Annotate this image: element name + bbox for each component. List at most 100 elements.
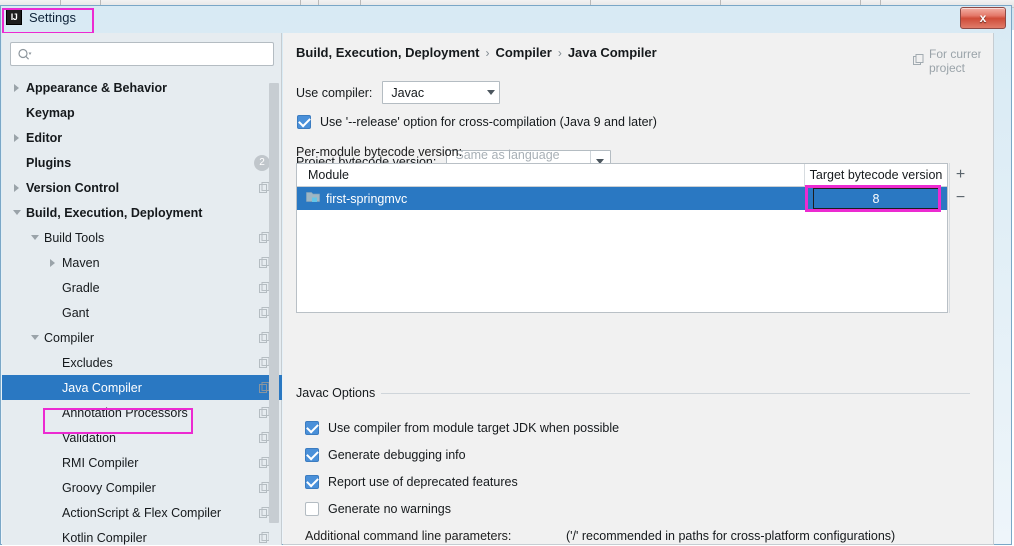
chevron-down-icon[interactable]	[28, 331, 41, 344]
sidebar-item-label: Gant	[62, 305, 90, 320]
additional-params-hint: ('/' recommended in paths for cross-plat…	[566, 529, 896, 543]
sidebar-item-gradle[interactable]: Gradle	[2, 275, 282, 300]
sidebar-item-label: RMI Compiler	[62, 455, 139, 470]
window-title: Settings	[29, 9, 76, 25]
title-bar: IJ Settings x	[1, 6, 1011, 34]
search-input[interactable]	[36, 46, 260, 62]
sidebar-item-label: Kotlin Compiler	[62, 530, 147, 545]
use-compiler-row: Use compiler: Javac	[296, 81, 501, 104]
breadcrumb: Build, Execution, Deployment › Compiler …	[296, 45, 657, 60]
per-module-table-wrapper: Module Target bytecode version first-spr…	[296, 163, 970, 313]
table-toolbar: + −	[949, 163, 970, 313]
javac-options-divider	[296, 393, 970, 394]
sidebar-item-annotation-processors[interactable]: Annotation Processors	[2, 400, 282, 425]
use-module-jdk-checkbox-row[interactable]: Use compiler from module target JDK when…	[305, 420, 620, 435]
sidebar-item-kotlin-compiler[interactable]: Kotlin Compiler	[2, 525, 282, 545]
generate-debugging-info-checkbox[interactable]	[305, 447, 319, 462]
generate-debugging-info-label: Generate debugging info	[328, 448, 466, 462]
breadcrumb-separator-2: ›	[557, 45, 562, 60]
report-deprecated-checkbox-row[interactable]: Report use of deprecated features	[305, 474, 518, 489]
sidebar-item-label: ActionScript & Flex Compiler	[62, 505, 222, 520]
sidebar-item-label: Editor	[26, 130, 63, 145]
release-option-checkbox-row[interactable]: Use '--release' option for cross-compila…	[297, 114, 657, 129]
chevron-down-icon	[487, 90, 496, 95]
copy-icon	[913, 54, 924, 68]
add-module-button[interactable]: +	[950, 163, 971, 186]
sidebar-item-label: Validation	[62, 430, 116, 445]
sidebar-item-keymap[interactable]: Keymap	[2, 100, 282, 125]
remove-module-button[interactable]: −	[950, 186, 971, 209]
sidebar-item-actionscript-flex-compiler[interactable]: ActionScript & Flex Compiler	[2, 500, 282, 525]
search-icon	[17, 48, 32, 61]
table-cell-target-bytecode[interactable]: 8	[805, 188, 947, 209]
sidebar-item-maven[interactable]: Maven	[2, 250, 282, 275]
sidebar-item-label: Keymap	[26, 105, 75, 120]
breadcrumb-part-1[interactable]: Build, Execution, Deployment	[296, 45, 479, 60]
sidebar-item-label: Build Tools	[44, 230, 105, 245]
sidebar-item-build-execution-deployment[interactable]: Build, Execution, Deployment	[2, 200, 282, 225]
main-panel-scrollbar[interactable]	[981, 33, 993, 544]
chevron-right-icon[interactable]	[46, 256, 59, 269]
sidebar-item-label: Groovy Compiler	[62, 480, 156, 495]
module-folder-icon	[306, 191, 320, 206]
generate-no-warnings-checkbox-row[interactable]: Generate no warnings	[305, 502, 451, 516]
sidebar-item-version-control[interactable]: Version Control	[2, 175, 282, 200]
table-row[interactable]: first-springmvc 8	[297, 187, 947, 210]
generate-debugging-info-checkbox-row[interactable]: Generate debugging info	[305, 447, 466, 462]
sidebar-item-rmi-compiler[interactable]: RMI Compiler	[2, 450, 282, 475]
sidebar-item-build-tools[interactable]: Build Tools	[2, 225, 282, 250]
sidebar-scrollbar-thumb[interactable]	[269, 83, 279, 523]
module-name: first-springmvc	[326, 191, 408, 206]
settings-window: IJ Settings x Appearance & Behavior Keym…	[0, 5, 1012, 545]
column-header-module[interactable]: Module	[297, 164, 805, 186]
per-module-table: Module Target bytecode version first-spr…	[296, 163, 948, 313]
use-compiler-value: Javac	[391, 85, 425, 100]
sidebar-item-label: Plugins	[26, 155, 72, 170]
sidebar-item-java-compiler[interactable]: Java Compiler	[2, 375, 282, 400]
sidebar-item-plugins[interactable]: Plugins 2	[2, 150, 282, 175]
sidebar-item-label: Maven	[62, 255, 100, 270]
column-header-target-bytecode[interactable]: Target bytecode version	[805, 164, 947, 186]
sidebar-item-label: Annotation Processors	[62, 405, 188, 420]
sidebar-item-excludes[interactable]: Excludes	[2, 350, 282, 375]
sidebar-item-validation[interactable]: Validation	[2, 425, 282, 450]
chevron-right-icon[interactable]	[10, 81, 23, 94]
chevron-down-icon[interactable]	[10, 206, 23, 219]
breadcrumb-part-3[interactable]: Java Compiler	[568, 45, 657, 60]
use-module-jdk-checkbox[interactable]	[305, 420, 319, 435]
sidebar-item-editor[interactable]: Editor	[2, 125, 282, 150]
breadcrumb-part-2[interactable]: Compiler	[495, 45, 551, 60]
release-option-checkbox[interactable]	[297, 114, 311, 129]
settings-sidebar: Appearance & Behavior Keymap Editor Plugins…	[2, 33, 282, 545]
sidebar-item-groovy-compiler[interactable]: Groovy Compiler	[2, 475, 282, 500]
sidebar-item-label: Build, Execution, Deployment	[26, 205, 203, 220]
release-option-label: Use '--release' option for cross-compila…	[320, 115, 657, 129]
title-bar-left: IJ Settings	[6, 9, 76, 25]
report-deprecated-label: Report use of deprecated features	[328, 475, 518, 489]
report-deprecated-checkbox[interactable]	[305, 474, 319, 489]
use-module-jdk-label: Use compiler from module target JDK when…	[328, 421, 620, 435]
settings-main-panel: Build, Execution, Deployment › Compiler …	[283, 33, 994, 545]
chevron-down-icon[interactable]	[28, 231, 41, 244]
sidebar-item-compiler[interactable]: Compiler	[2, 325, 282, 350]
generate-no-warnings-label: Generate no warnings	[328, 502, 451, 516]
use-compiler-select[interactable]: Javac	[382, 81, 501, 104]
settings-dialog-screenshot: Application context not configured for t…	[0, 0, 1014, 546]
target-bytecode-editor[interactable]: 8	[813, 188, 939, 209]
sidebar-item-label: Version Control	[26, 180, 120, 195]
sidebar-item-gant[interactable]: Gant	[2, 300, 282, 325]
close-button[interactable]: x	[960, 7, 1006, 29]
breadcrumb-separator-1: ›	[485, 45, 490, 60]
chevron-right-icon[interactable]	[10, 181, 23, 194]
additional-params-label: Additional command line parameters:	[305, 529, 512, 543]
chevron-right-icon[interactable]	[10, 131, 23, 144]
table-header-row: Module Target bytecode version	[297, 164, 947, 187]
intellij-idea-icon: IJ	[6, 9, 22, 25]
sidebar-item-appearance-behavior[interactable]: Appearance & Behavior	[2, 75, 282, 100]
generate-no-warnings-checkbox[interactable]	[305, 502, 319, 516]
dialog-content: Appearance & Behavior Keymap Editor Plugins…	[2, 33, 1010, 545]
sidebar-item-label: Gradle	[62, 280, 100, 295]
search-box[interactable]	[10, 42, 274, 66]
sidebar-item-label: Appearance & Behavior	[26, 80, 168, 95]
sidebar-item-label: Java Compiler	[62, 380, 142, 395]
